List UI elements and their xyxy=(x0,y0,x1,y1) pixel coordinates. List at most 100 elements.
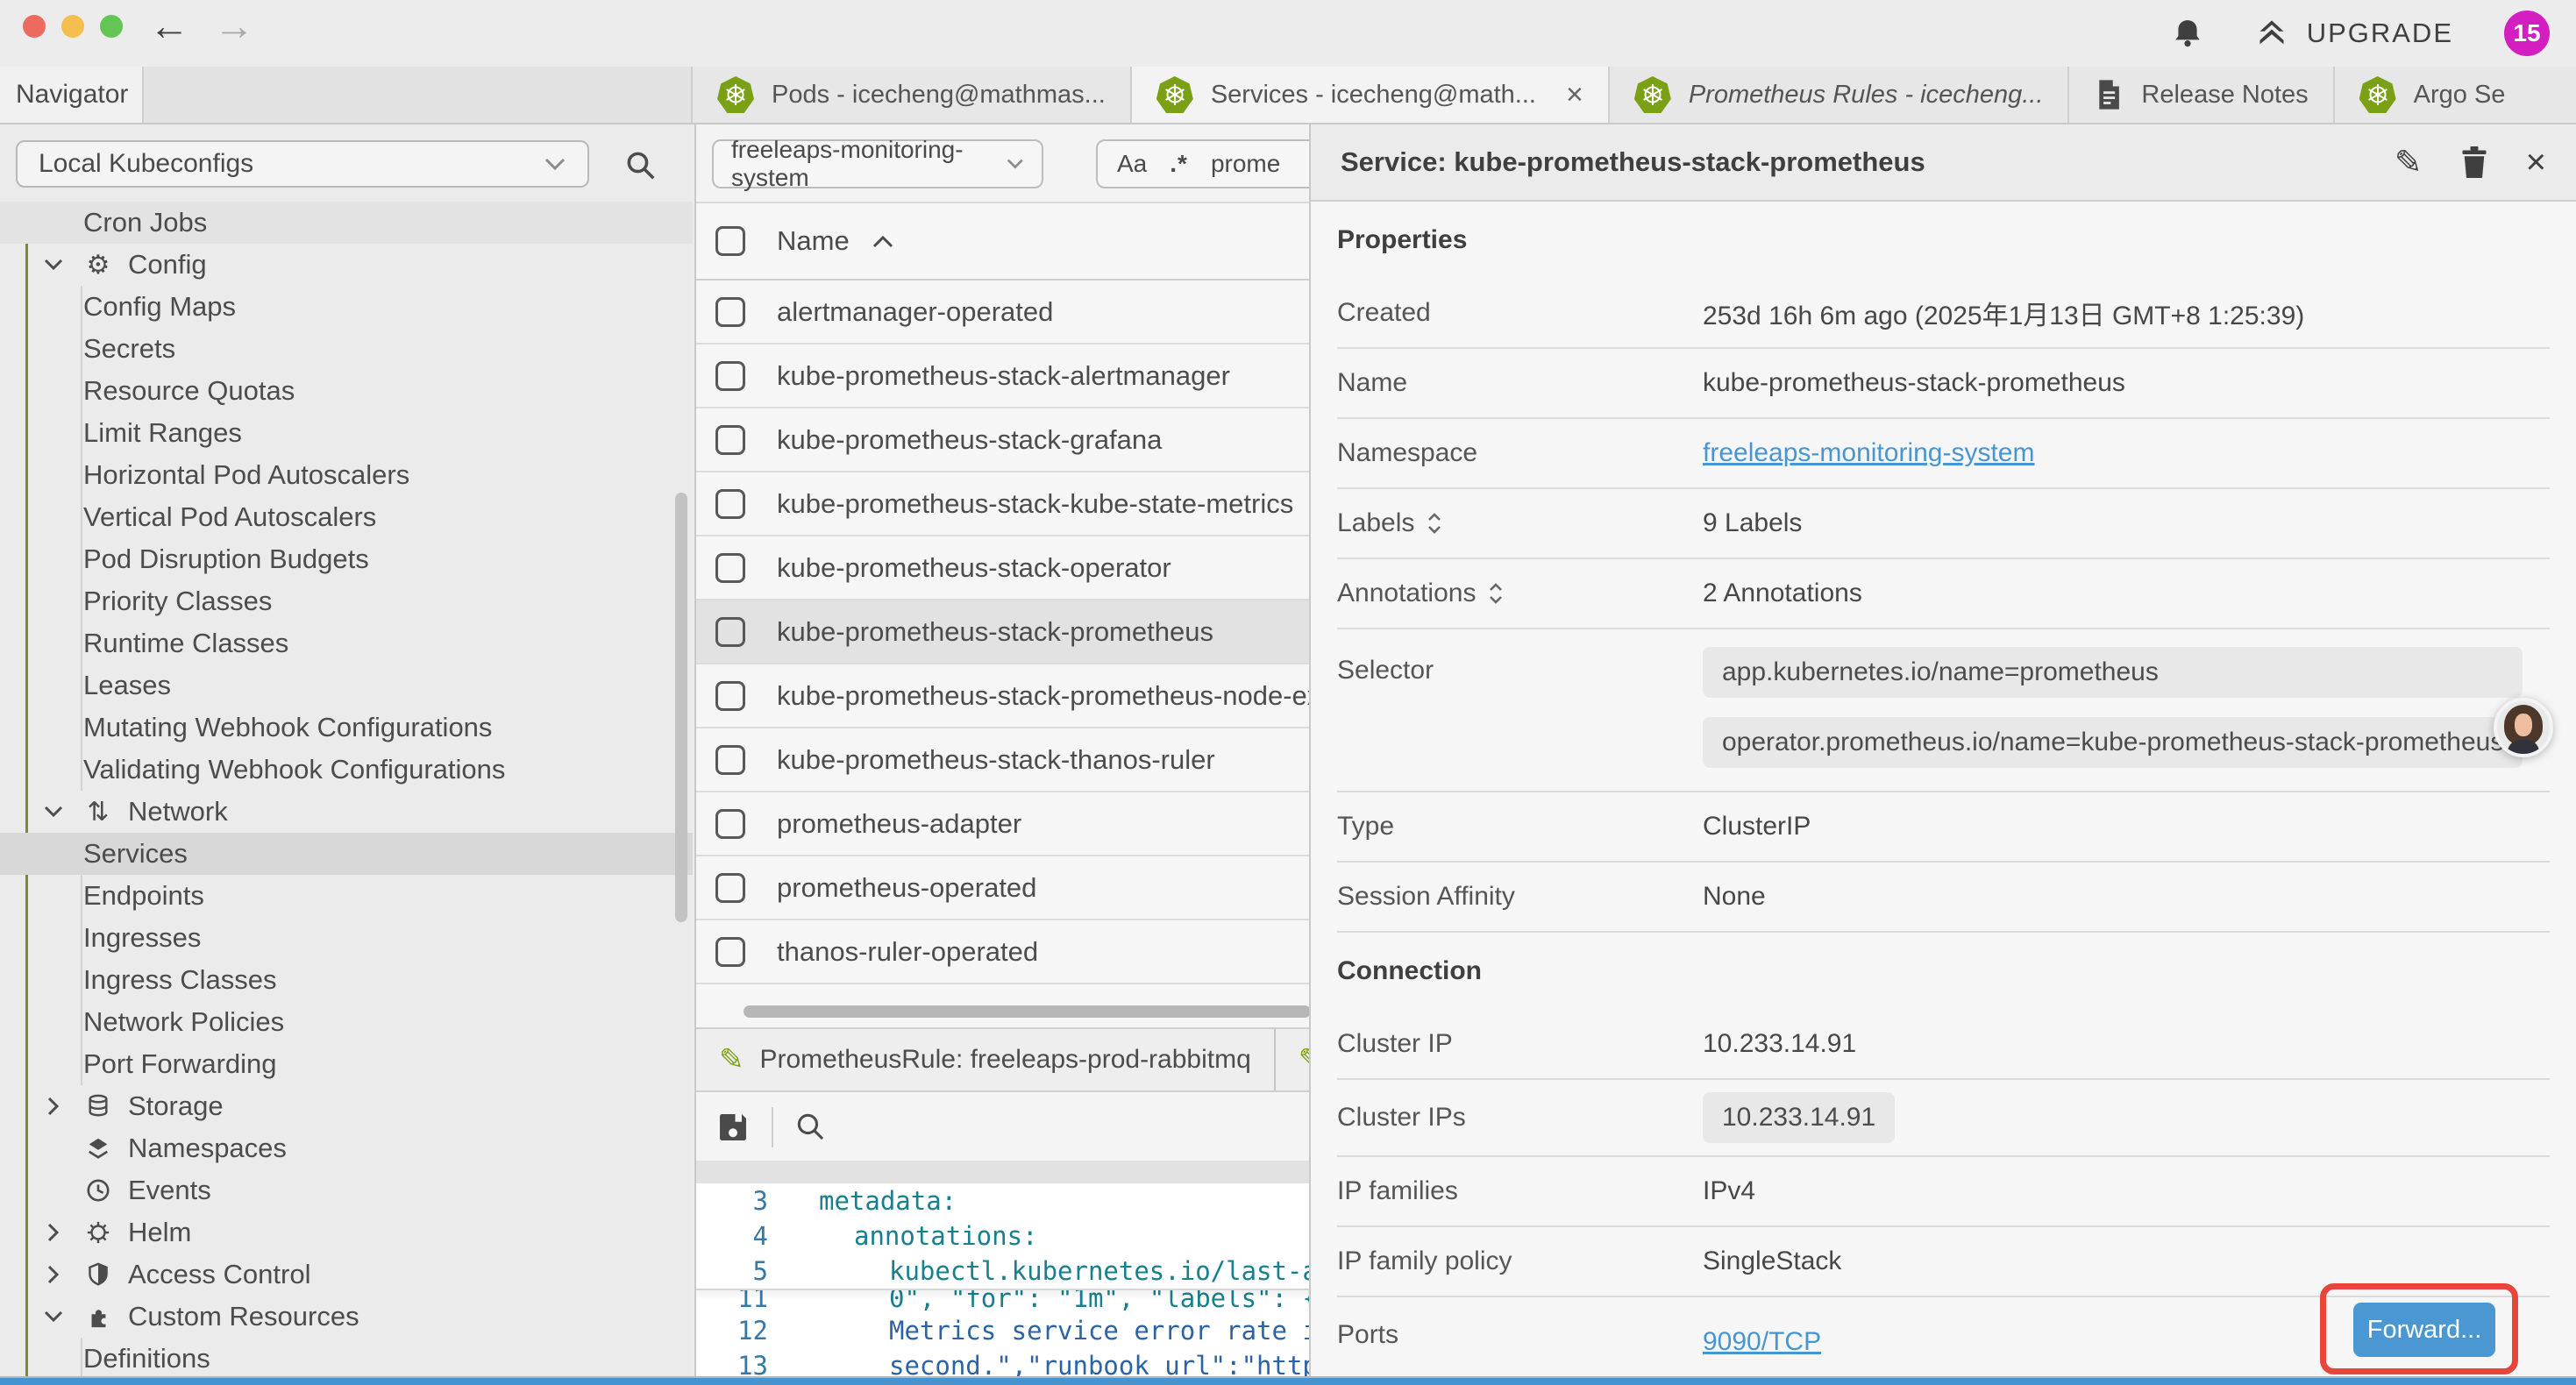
sidebar-item-storage[interactable]: Storage xyxy=(0,1085,693,1127)
edit-pencil-icon: ✎ xyxy=(719,1042,744,1077)
detail-row-namespace: Namespace freeleaps-monitoring-system xyxy=(1337,419,2550,489)
sidebar-item-services[interactable]: Services xyxy=(0,833,693,875)
runbook-url-link[interactable]: https://net xyxy=(1256,1351,1309,1378)
list-item[interactable]: kube-prometheus-stack-alertmanager xyxy=(696,344,1309,408)
row-checkbox[interactable] xyxy=(715,553,745,583)
sidebar-item-port-forwarding[interactable]: Port Forwarding xyxy=(0,1043,693,1085)
list-item[interactable]: alertmanager-operated xyxy=(696,281,1309,344)
list-item-selected[interactable]: kube-prometheus-stack-prometheus xyxy=(696,600,1309,664)
clock-icon xyxy=(79,1178,117,1203)
match-case-toggle[interactable]: Aa xyxy=(1117,150,1147,178)
sidebar-item-endpoints[interactable]: Endpoints xyxy=(0,875,693,917)
sidebar-item-leases[interactable]: Leases xyxy=(0,664,693,707)
tab-prometheus-rules[interactable]: Prometheus Rules - icecheng... xyxy=(1610,67,2070,123)
tab-release-notes[interactable]: Release Notes xyxy=(2069,67,2334,123)
row-checkbox[interactable] xyxy=(715,297,745,327)
edit-icon[interactable]: ✎ xyxy=(2395,143,2423,182)
sidebar-item-custom-resources[interactable]: Custom Resources xyxy=(0,1296,693,1338)
chevron-down-icon xyxy=(39,259,68,271)
regex-toggle[interactable]: .* xyxy=(1170,150,1188,178)
sidebar-item-runtime-classes[interactable]: Runtime Classes xyxy=(0,622,693,664)
detail-row-selector: Selector app.kubernetes.io/name=promethe… xyxy=(1337,629,2550,792)
sidebar-item-access-control[interactable]: Access Control xyxy=(0,1254,693,1296)
sidebar-item-ingresses[interactable]: Ingresses xyxy=(0,917,693,959)
tab-label: Argo Se xyxy=(2414,81,2506,110)
close-panel-icon[interactable]: × xyxy=(2526,143,2546,182)
row-checkbox[interactable] xyxy=(715,361,745,391)
sidebar-item-horizontal-pod-autoscalers[interactable]: Horizontal Pod Autoscalers xyxy=(0,454,693,496)
puzzle-icon xyxy=(79,1304,117,1329)
notifications-bell-icon[interactable] xyxy=(2172,18,2203,48)
list-item[interactable]: kube-prometheus-stack-kube-state-metrics xyxy=(696,472,1309,536)
maximize-window-button[interactable] xyxy=(100,15,123,38)
editor-tab-partial[interactable]: ✎ Cl xyxy=(1276,1029,1309,1090)
sidebar-item-validating-webhook-configurations[interactable]: Validating Webhook Configurations xyxy=(0,749,693,791)
list-search-input[interactable]: Aa .* prome xyxy=(1096,139,1309,188)
row-checkbox[interactable] xyxy=(715,617,745,647)
tab-argo[interactable]: Argo Se xyxy=(2335,67,2530,123)
search-icon[interactable] xyxy=(624,149,658,182)
row-checkbox[interactable] xyxy=(715,873,745,903)
detail-row-type: Type ClusterIP xyxy=(1337,792,2550,863)
namespace-filter-select[interactable]: freeleaps-monitoring-system xyxy=(712,139,1043,188)
namespace-link[interactable]: freeleaps-monitoring-system xyxy=(1703,438,2034,468)
close-tab-icon[interactable]: × xyxy=(1566,78,1583,112)
labels-value[interactable]: 9 Labels xyxy=(1703,508,1802,538)
sidebar-item-ingress-classes[interactable]: Ingress Classes xyxy=(0,959,693,1001)
editor-search-icon[interactable] xyxy=(794,1111,828,1144)
tab-navigator[interactable]: Navigator xyxy=(0,67,144,123)
column-header-name[interactable]: Name xyxy=(777,225,850,257)
list-item[interactable]: kube-prometheus-stack-prometheus-node-ex… xyxy=(696,664,1309,728)
expand-collapse-icon[interactable] xyxy=(1488,582,1504,605)
list-item[interactable]: kube-prometheus-stack-grafana xyxy=(696,408,1309,472)
editor-tab-prometheusrule[interactable]: ✎ PrometheusRule: freeleaps-prod-rabbitm… xyxy=(696,1029,1276,1090)
sidebar-item-vertical-pod-autoscalers[interactable]: Vertical Pod Autoscalers xyxy=(0,496,693,538)
sidebar-item-limit-ranges[interactable]: Limit Ranges xyxy=(0,412,693,454)
back-icon[interactable]: ← xyxy=(149,2,189,49)
sidebar-item-config[interactable]: ⚙ Config xyxy=(0,244,693,286)
sidebar-item-config-maps[interactable]: Config Maps xyxy=(0,286,693,328)
select-all-checkbox[interactable] xyxy=(715,226,745,256)
annotations-value[interactable]: 2 Annotations xyxy=(1703,579,1862,608)
list-item[interactable]: thanos-ruler-operated xyxy=(696,920,1309,984)
list-item[interactable]: kube-prometheus-stack-thanos-ruler xyxy=(696,728,1309,792)
sidebar-item-events[interactable]: Events xyxy=(0,1169,693,1211)
row-checkbox[interactable] xyxy=(715,681,745,711)
sidebar-item-network-policies[interactable]: Network Policies xyxy=(0,1001,693,1043)
sidebar-item-mutating-webhook-configurations[interactable]: Mutating Webhook Configurations xyxy=(0,707,693,749)
list-item[interactable]: kube-prometheus-stack-operator xyxy=(696,536,1309,600)
close-window-button[interactable] xyxy=(23,15,46,38)
delete-trash-icon[interactable] xyxy=(2461,146,2487,178)
sidebar-item-definitions[interactable]: Definitions xyxy=(0,1338,693,1378)
sidebar-item-resource-quotas[interactable]: Resource Quotas xyxy=(0,370,693,412)
expand-collapse-icon[interactable] xyxy=(1427,512,1442,535)
macos-traffic-lights[interactable] xyxy=(23,15,123,38)
notification-count-badge[interactable]: 15 xyxy=(2504,11,2550,56)
row-checkbox[interactable] xyxy=(715,745,745,775)
forward-icon[interactable]: → xyxy=(214,2,254,49)
port-link-9090[interactable]: 9090/TCP xyxy=(1703,1315,1982,1357)
list-item[interactable]: prometheus-operated xyxy=(696,856,1309,920)
tab-pods[interactable]: Pods - icecheng@mathmas... xyxy=(693,67,1132,123)
yaml-editor[interactable]: 3metadata: 4annotations: 5kubectl.kubern… xyxy=(696,1183,1309,1378)
sidebar-item-pod-disruption-budgets[interactable]: Pod Disruption Budgets xyxy=(0,538,693,580)
sidebar-item-helm[interactable]: Helm xyxy=(0,1211,693,1254)
tab-services[interactable]: Services - icecheng@math... × xyxy=(1132,67,1610,123)
list-item[interactable]: prometheus-adapter xyxy=(696,792,1309,856)
save-icon[interactable] xyxy=(715,1110,751,1145)
row-checkbox[interactable] xyxy=(715,489,745,519)
row-checkbox[interactable] xyxy=(715,809,745,839)
row-checkbox[interactable] xyxy=(715,425,745,455)
sidebar-item-namespaces[interactable]: Namespaces xyxy=(0,1127,693,1169)
horizontal-scrollbar[interactable] xyxy=(744,1005,1309,1018)
sidebar-scrollbar[interactable] xyxy=(675,493,687,922)
sidebar-item-secrets[interactable]: Secrets xyxy=(0,328,693,370)
sidebar-item-priority-classes[interactable]: Priority Classes xyxy=(0,580,693,622)
upgrade-button[interactable]: UPGRADE xyxy=(2254,18,2453,49)
sidebar-item-network[interactable]: ⇅ Network xyxy=(0,791,693,833)
minimize-window-button[interactable] xyxy=(61,15,84,38)
user-avatar[interactable] xyxy=(2494,698,2553,757)
kubeconfig-select[interactable]: Local Kubeconfigs xyxy=(16,140,589,188)
row-checkbox[interactable] xyxy=(715,937,745,967)
sidebar-item-cron-jobs[interactable]: Cron Jobs xyxy=(0,202,693,244)
